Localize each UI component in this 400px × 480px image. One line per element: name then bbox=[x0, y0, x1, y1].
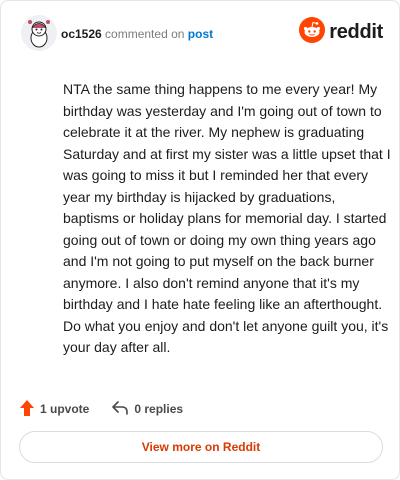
action-text: commented on bbox=[105, 27, 185, 41]
comment-header: oc1526 commented on post reddit bbox=[21, 15, 383, 55]
comment-actions: 1 upvote 0 replies bbox=[19, 399, 205, 419]
reddit-logo-icon bbox=[299, 16, 326, 48]
reply-count: 0 replies bbox=[134, 402, 184, 416]
comment-byline: oc1526 commented on post bbox=[61, 27, 213, 41]
comment-body: NTA the same thing happens to me every y… bbox=[63, 81, 391, 355]
post-link[interactable]: post bbox=[188, 27, 213, 41]
comment-embed-card: oc1526 commented on post reddit NTA the … bbox=[0, 0, 400, 480]
snoo-avatar-icon[interactable] bbox=[21, 15, 57, 51]
replies-button[interactable]: 0 replies bbox=[111, 400, 183, 419]
upvote-arrow-icon bbox=[19, 399, 40, 420]
upvote-count: 1 upvote bbox=[40, 402, 90, 416]
view-more-button[interactable]: View more on Reddit bbox=[19, 431, 383, 463]
reddit-brand[interactable]: reddit bbox=[299, 16, 383, 48]
reply-arrow-icon bbox=[111, 400, 134, 419]
reddit-wordmark: reddit bbox=[329, 20, 383, 43]
upvote-button[interactable]: 1 upvote bbox=[19, 399, 89, 420]
username[interactable]: oc1526 bbox=[61, 27, 102, 41]
